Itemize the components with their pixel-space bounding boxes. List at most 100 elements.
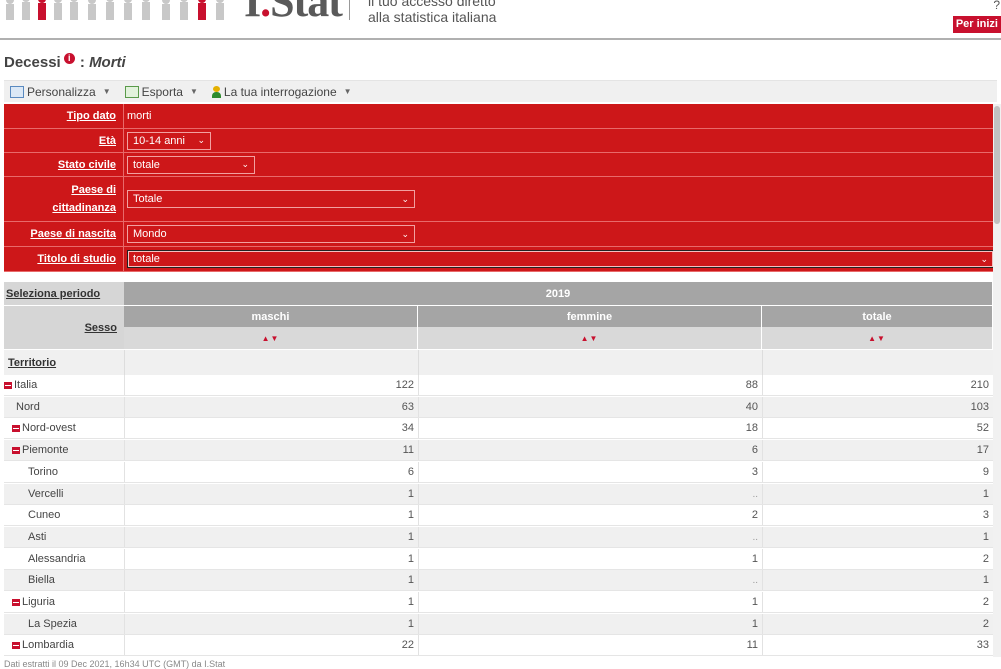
esporta-menu[interactable]: Esporta ▼ <box>124 84 198 99</box>
sort-arrows-icon[interactable]: ▲▼ <box>418 327 762 349</box>
territory-name: Vercelli <box>28 488 64 500</box>
toggle-minus-icon[interactable] <box>12 424 20 432</box>
territorio-link[interactable]: Territorio <box>4 350 124 375</box>
filter-label-paese-cittadinanza[interactable]: Paese di cittadinanza <box>4 177 124 221</box>
paese-cittadinanza-select[interactable]: Totale ⌄ <box>127 190 415 208</box>
toggle-minus-icon[interactable] <box>4 381 12 389</box>
table-row: Cuneo 1 2 3 <box>4 505 993 526</box>
esporta-label: Esporta <box>141 84 183 99</box>
chevron-down-icon: ⌄ <box>980 253 988 264</box>
filter-label-eta[interactable]: Età <box>4 129 124 152</box>
toggle-minus-icon[interactable] <box>12 598 20 606</box>
col-header-maschi: maschi <box>124 306 418 327</box>
esporta-icon <box>124 85 139 98</box>
logo-divider <box>349 0 350 20</box>
sort-arrows-icon[interactable]: ▲▼ <box>124 327 418 349</box>
filter-stato-civile: Stato civile totale ⌄ <box>4 153 997 177</box>
blank-cell <box>124 350 418 375</box>
filter-label-stato-civile[interactable]: Stato civile <box>4 153 124 176</box>
cell-maschi: 63 <box>124 397 418 417</box>
cell-totale: 1 <box>762 570 993 590</box>
scrollbar[interactable] <box>993 104 1001 657</box>
table-row: Piemonte 11 6 17 <box>4 440 993 461</box>
cell-maschi: 1 <box>124 527 418 547</box>
territory-label: Alessandria <box>4 549 124 569</box>
cell-totale: 1 <box>762 527 993 547</box>
page-title: Decessi i : Morti <box>4 53 126 71</box>
territory-name: Alessandria <box>28 553 86 565</box>
header-divider <box>0 38 1001 40</box>
sort-arrows-icon[interactable]: ▲▼ <box>762 327 993 349</box>
stato-civile-select[interactable]: totale ⌄ <box>127 155 255 174</box>
cell-totale: 52 <box>762 418 993 438</box>
territory-label: Torino <box>4 462 124 482</box>
territorio-header-row: Territorio <box>4 350 993 375</box>
table-row: Biella 1.. 1 <box>4 570 993 591</box>
cell-maschi: 1 <box>124 484 418 504</box>
cell-maschi: 1 <box>124 592 418 612</box>
chevron-down-icon: ⌄ <box>401 193 409 204</box>
cell-maschi: 1 <box>124 570 418 590</box>
personalizza-icon <box>10 85 24 98</box>
chevron-down-icon: ⌄ <box>241 159 249 169</box>
chevron-down-icon: ⌄ <box>401 228 409 239</box>
filter-label-tipo-dato[interactable]: Tipo dato <box>4 104 124 128</box>
cell-totale: 33 <box>762 635 993 655</box>
table-row: Nord-ovest 34 18 52 <box>4 418 993 439</box>
personalizza-menu[interactable]: Personalizza ▼ <box>10 85 111 99</box>
paese-nascita-select[interactable]: Mondo ⌄ <box>127 225 415 243</box>
territory-label[interactable]: Liguria <box>4 592 124 612</box>
cell-totale: 2 <box>762 549 993 569</box>
per-iniziare-button[interactable]: Per inizi <box>952 16 1001 33</box>
cell-maschi: 1 <box>124 614 418 634</box>
cell-femmine: 6 <box>418 440 762 460</box>
territory-label[interactable]: Piemonte <box>4 440 124 460</box>
title-separator: : <box>75 54 90 71</box>
territory-label[interactable]: Nord-ovest <box>4 418 124 438</box>
territory-name: Torino <box>28 466 58 478</box>
sesso-header-row: Sesso maschi femmine totale ▲▼ ▲▼ ▲▼ <box>4 306 993 349</box>
territory-label[interactable]: Italia <box>4 375 124 395</box>
seleziona-periodo-link[interactable]: Seleziona periodo <box>4 282 124 305</box>
site-header: I.Stat il tuo accesso diretto alla stati… <box>0 0 1001 36</box>
cell-femmine: 40 <box>418 397 762 417</box>
cell-maschi: 1 <box>124 549 418 569</box>
territory-name: Cuneo <box>28 509 61 521</box>
table-row: Asti 1.. 1 <box>4 527 993 548</box>
cell-femmine: 3 <box>418 462 762 482</box>
istat-logo[interactable]: I.Stat <box>244 0 343 24</box>
info-icon[interactable]: i <box>63 53 75 64</box>
toolbar: Personalizza ▼ Esporta ▼ La tua interrog… <box>4 80 997 102</box>
interrogazione-menu[interactable]: La tua interrogazione ▼ <box>211 85 352 99</box>
eta-select[interactable]: 10-14 anni ⌄ <box>127 131 211 150</box>
help-mark[interactable]: ? <box>993 0 1000 12</box>
territory-label[interactable]: Lombardia <box>4 635 124 655</box>
scrollbar-thumb[interactable] <box>994 106 1000 224</box>
user-icon <box>211 85 221 98</box>
filter-label-titolo-studio[interactable]: Titolo di studio <box>4 247 124 271</box>
cell-femmine: .. <box>418 570 762 590</box>
toggle-minus-icon[interactable] <box>12 641 20 649</box>
territory-name: Lombardia <box>22 639 74 651</box>
cell-femmine: 18 <box>418 418 762 438</box>
territory-label: Asti <box>4 527 124 547</box>
territory-name: Italia <box>14 379 38 391</box>
table-row: La Spezia 1 1 2 <box>4 614 993 635</box>
toggle-minus-icon[interactable] <box>12 446 20 454</box>
titolo-studio-select[interactable]: totale ⌄ <box>127 250 994 268</box>
cell-femmine: 88 <box>418 375 762 395</box>
table-row: Liguria 1 1 2 <box>4 592 993 613</box>
territory-label: Vercelli <box>4 484 124 504</box>
sesso-link[interactable]: Sesso <box>4 306 124 349</box>
cell-femmine: 2 <box>418 505 762 525</box>
cell-totale: 17 <box>762 440 993 460</box>
cell-femmine: 11 <box>418 635 762 655</box>
table-row: Alessandria 1 1 2 <box>4 549 993 570</box>
col-header-totale: totale <box>762 306 993 327</box>
chevron-down-icon: ▼ <box>189 87 198 96</box>
cell-totale: 9 <box>762 462 993 482</box>
table-row: Nord 63 40 103 <box>4 397 993 418</box>
filter-paese-cittadinanza: Paese di cittadinanza Totale ⌄ <box>4 177 997 222</box>
filter-label-paese-nascita[interactable]: Paese di nascita <box>4 222 124 246</box>
territory-label: Cuneo <box>4 505 124 525</box>
